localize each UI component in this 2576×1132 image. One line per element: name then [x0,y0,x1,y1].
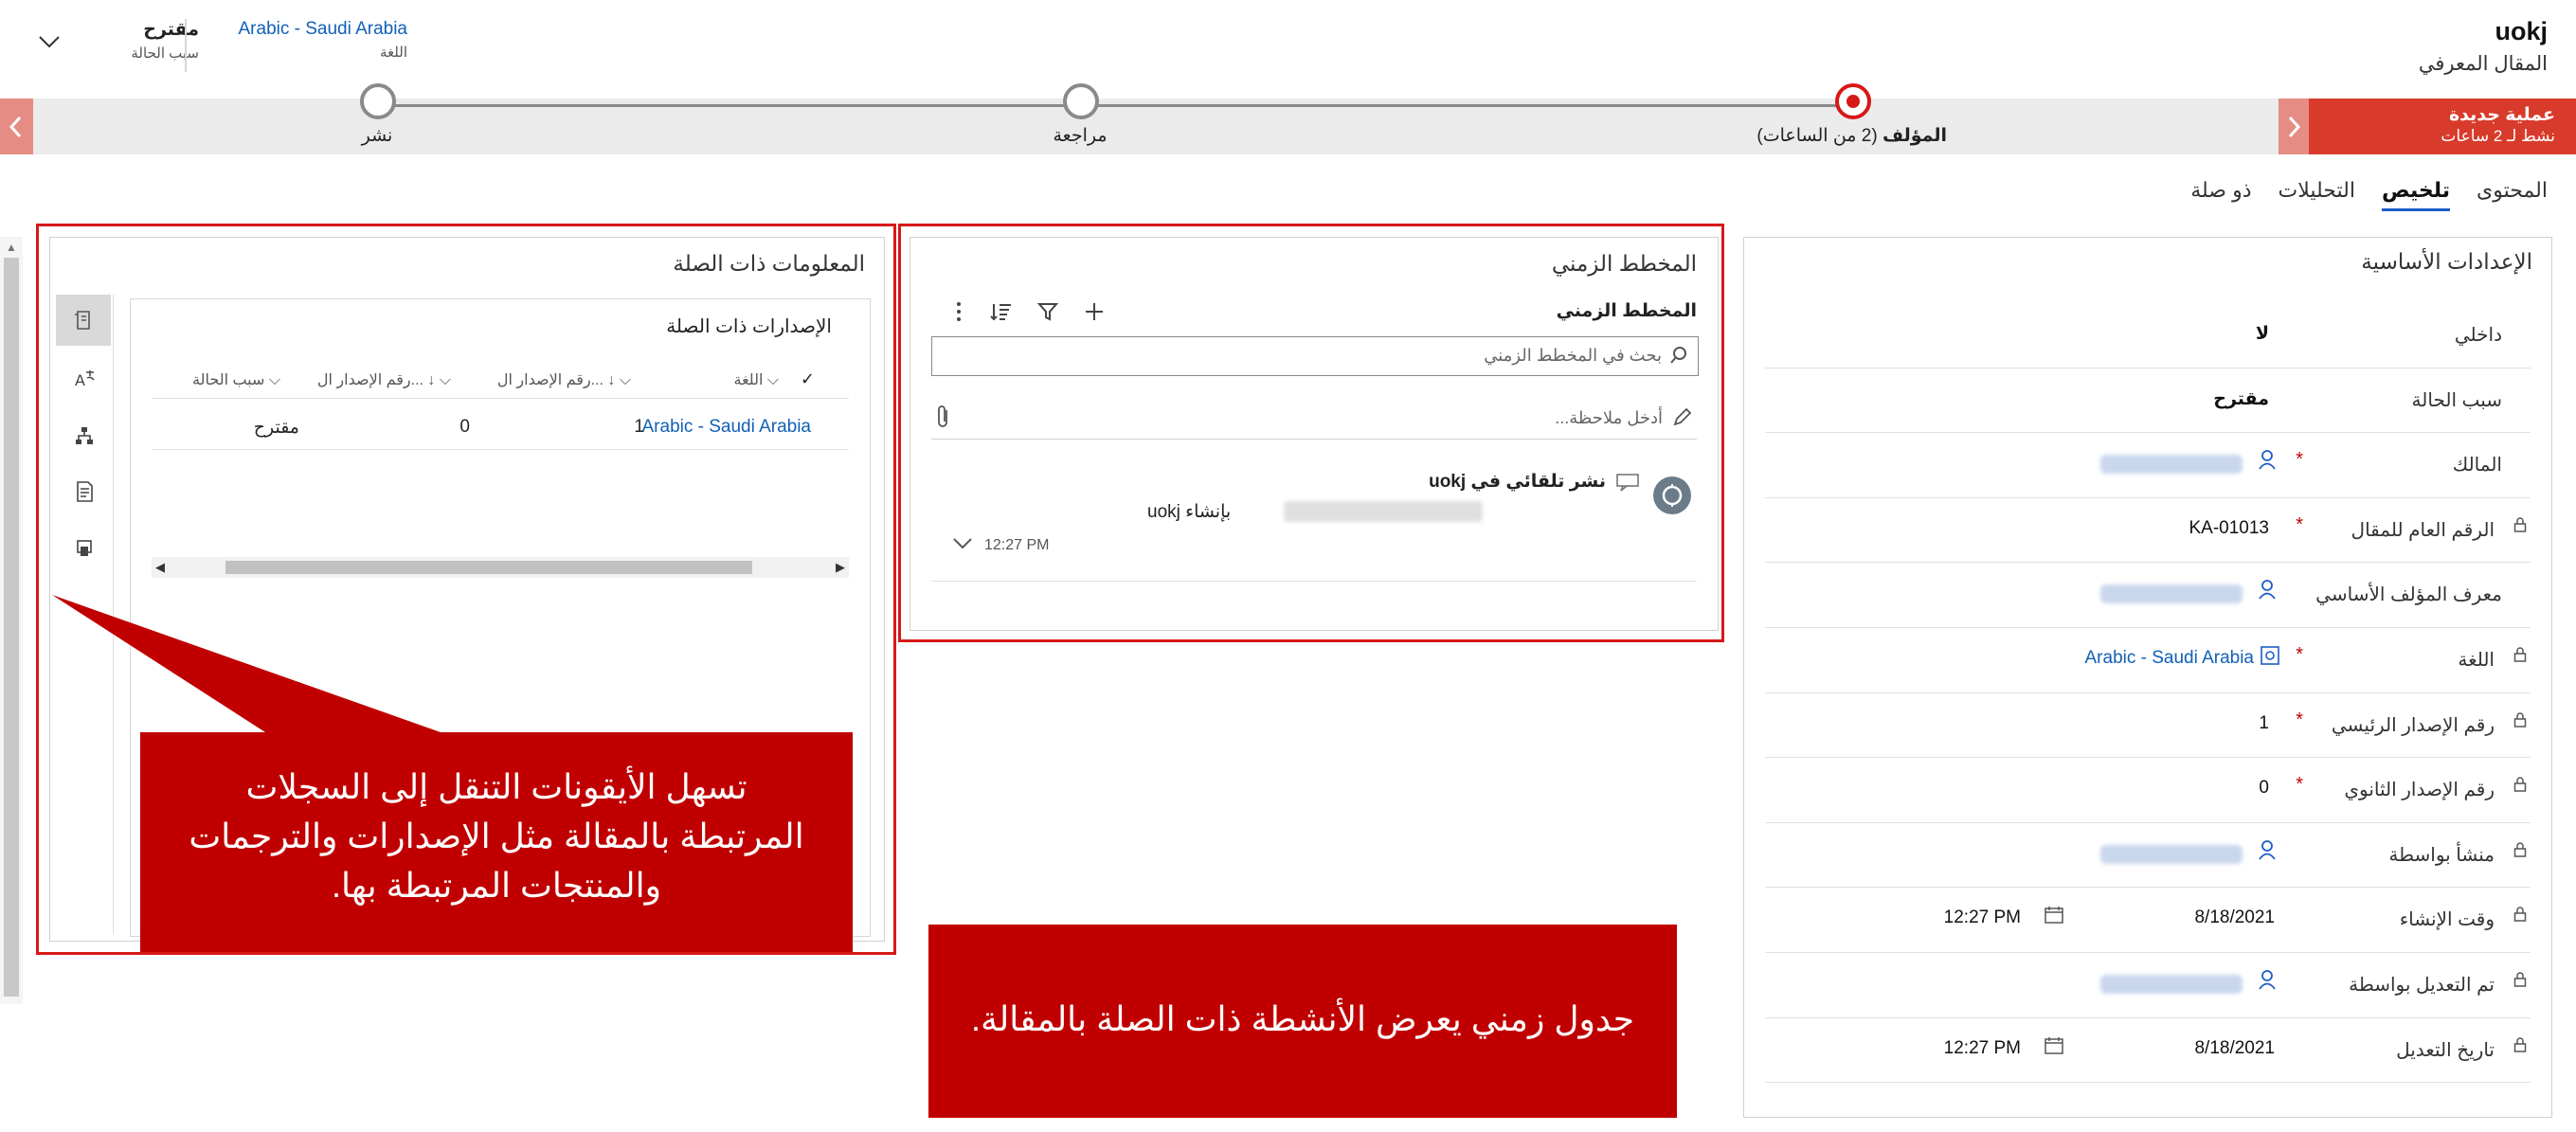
callout-related: تسهل الأيقونات التنقل إلى السجلات المرتب… [140,732,853,952]
callout-timeline: جدول زمني يعرض الأنشطة ذات الصلة بالمقال… [928,925,1677,1118]
